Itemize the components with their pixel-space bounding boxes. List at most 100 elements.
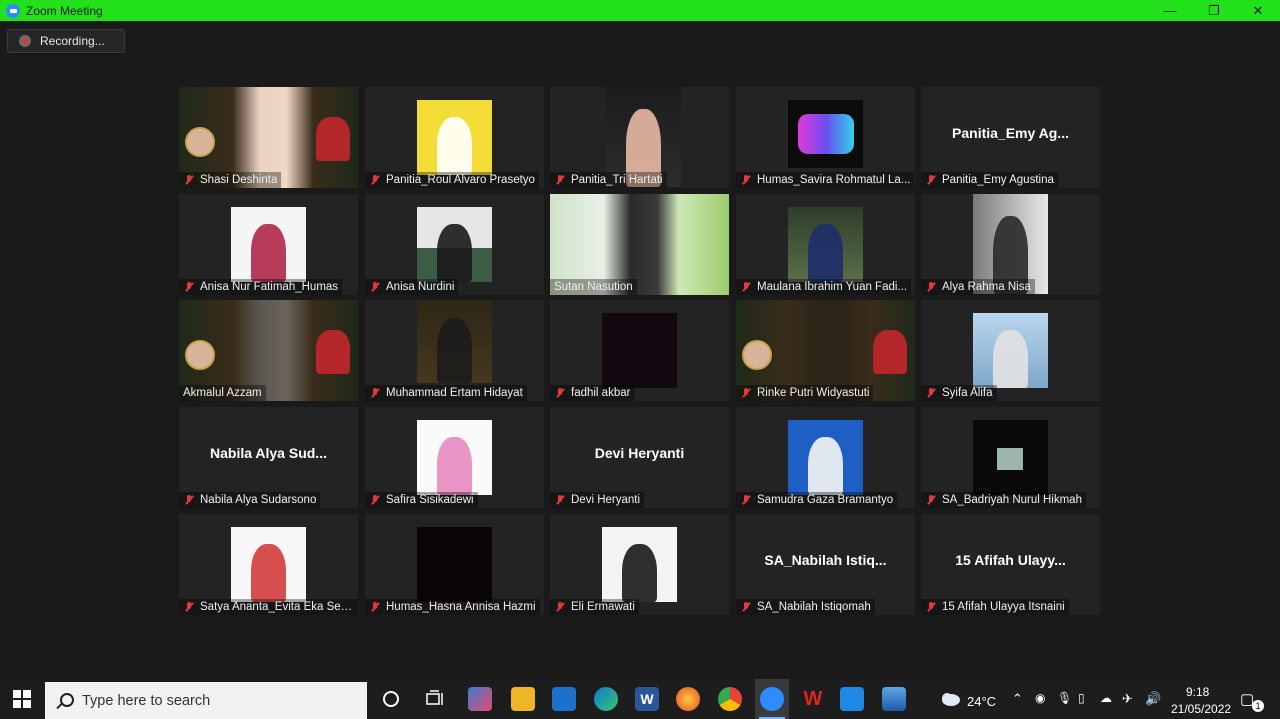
mail-icon[interactable]: [552, 687, 576, 711]
recording-indicator[interactable]: Recording...: [7, 29, 125, 53]
participant-name-label: Eli Ermawati: [550, 599, 639, 615]
participant-tile[interactable]: Safira Sisikadewi: [365, 407, 544, 508]
airplane-mode-icon[interactable]: ✈: [1122, 691, 1133, 707]
participant-name-label: Rinke Putri Widyastuti: [736, 385, 874, 401]
participant-tile[interactable]: Eli Ermawati: [550, 514, 729, 615]
participant-video: [417, 420, 492, 495]
participant-tile[interactable]: SA_Nabilah Istiq... SA_Nabilah Istiqomah: [736, 514, 915, 615]
participant-video: [231, 207, 306, 282]
muted-mic-icon: [369, 387, 381, 399]
person-silhouette: [808, 436, 843, 495]
participant-tile[interactable]: Muhammad Ertam Hidayat: [365, 300, 544, 401]
participant-tile[interactable]: Samudra Gaza Bramantyo: [736, 407, 915, 508]
taskbar-search-box[interactable]: Type here to search: [45, 682, 367, 719]
file-explorer-icon[interactable]: [511, 687, 535, 711]
participant-tile[interactable]: Sutan Nasution: [550, 194, 729, 295]
participant-name: Akmalul Azzam: [183, 387, 262, 399]
minimize-icon[interactable]: —: [1148, 0, 1192, 21]
restore-icon[interactable]: ❐: [1192, 0, 1236, 21]
chrome-icon[interactable]: [718, 687, 742, 711]
participant-tile[interactable]: Syifa Alifa: [921, 300, 1100, 401]
close-icon[interactable]: ✕: [1236, 0, 1280, 21]
df-logo-graphic: [797, 114, 854, 154]
participant-tile[interactable]: Alya Rahma Nisa: [921, 194, 1100, 295]
search-placeholder: Type here to search: [82, 692, 211, 709]
participant-tile[interactable]: Anisa Nurdini: [365, 194, 544, 295]
participant-tile[interactable]: Panitia_Roul Alvaro Prasetyo: [365, 87, 544, 188]
wps-office-icon[interactable]: W: [801, 687, 825, 711]
muted-mic-icon: [369, 281, 381, 293]
participant-name: Syifa Alifa: [942, 387, 993, 399]
zoom-taskbar-icon: [760, 687, 784, 711]
weather-temperature[interactable]: 24°C: [967, 694, 996, 709]
muted-mic-icon: [369, 601, 381, 613]
participant-name-label: 15 Afifah Ulayya Itsnaini: [921, 599, 1069, 615]
person-silhouette: [437, 223, 472, 282]
participant-name-label: Humas_Savira Rohmatul La...: [736, 172, 915, 188]
microphone-icon[interactable]: 🎙: [1057, 691, 1072, 705]
participant-name: Rinke Putri Widyastuti: [757, 387, 870, 399]
network-icon[interactable]: ☁: [1100, 691, 1112, 705]
meet-now-icon[interactable]: ◉: [1035, 691, 1045, 705]
task-view-icon[interactable]: [423, 687, 447, 711]
participant-tile[interactable]: SA_Badriyah Nurul Hikmah: [921, 407, 1100, 508]
participant-name: Eli Ermawati: [571, 601, 635, 613]
cortana-icon[interactable]: [380, 687, 404, 711]
participant-name-label: Muhammad Ertam Hidayat: [365, 385, 527, 401]
microsoft-store-icon[interactable]: [468, 687, 492, 711]
muted-mic-icon: [554, 601, 566, 613]
search-icon: [56, 692, 74, 709]
participant-tile[interactable]: fadhil akbar: [550, 300, 729, 401]
chevron-up-icon[interactable]: ⌃: [1012, 691, 1023, 707]
portrait-badge-graphic: [185, 340, 215, 370]
participant-tile[interactable]: Shasi Deshinta: [179, 87, 358, 188]
person-silhouette: [993, 329, 1028, 388]
clock-date[interactable]: 21/05/2022: [1171, 702, 1231, 716]
muted-mic-icon: [925, 494, 937, 506]
participant-name: Alya Rahma Nisa: [942, 281, 1031, 293]
weather-cloud-icon[interactable]: [939, 691, 961, 710]
participant-name-label: Maulana Ibrahim Yuan Fadi...: [736, 279, 912, 295]
participant-display-name: Devi Heryanti: [594, 445, 685, 461]
participant-tile[interactable]: Rinke Putri Widyastuti: [736, 300, 915, 401]
participant-name-label: SA_Badriyah Nurul Hikmah: [921, 492, 1086, 508]
firefox-icon[interactable]: [676, 687, 700, 711]
participant-tile[interactable]: Humas_Hasna Annisa Hazmi: [365, 514, 544, 615]
clock-time[interactable]: 9:18: [1186, 685, 1209, 699]
participant-tile[interactable]: Panitia_Tri Hartati: [550, 87, 729, 188]
word-icon[interactable]: W: [635, 687, 659, 711]
participant-name: Devi Heryanti: [571, 494, 641, 506]
battery-icon[interactable]: ▯: [1078, 691, 1085, 705]
edge-browser-icon[interactable]: [594, 687, 618, 711]
participant-name-label: Safira Sisikadewi: [365, 492, 478, 508]
participant-tile[interactable]: Panitia_Emy Ag... Panitia_Emy Agustina: [921, 87, 1100, 188]
participant-name-label: Anisa Nurdini: [365, 279, 459, 295]
participant-tile[interactable]: Anisa Nur Fatimah_Humas: [179, 194, 358, 295]
participant-tile[interactable]: Akmalul Azzam: [179, 300, 358, 401]
windows-start-icon[interactable]: [12, 689, 32, 709]
participant-name: Humas_Hasna Annisa Hazmi: [386, 601, 536, 613]
participant-tile[interactable]: 15 Afifah Ulayy... 15 Afifah Ulayya Itsna…: [921, 514, 1100, 615]
muted-mic-icon: [369, 174, 381, 186]
muted-mic-icon: [369, 494, 381, 506]
window-titlebar: Zoom Meeting — ❐ ✕: [0, 0, 1280, 21]
muted-mic-icon: [183, 281, 195, 293]
volume-icon[interactable]: 🔊: [1145, 691, 1161, 707]
muted-mic-icon: [554, 387, 566, 399]
media-player-icon[interactable]: [840, 687, 864, 711]
photos-icon[interactable]: [882, 687, 906, 711]
participant-name: fadhil akbar: [571, 387, 631, 399]
muted-mic-icon: [554, 174, 566, 186]
participant-display-name: Panitia_Emy Ag...: [952, 125, 1069, 141]
participant-tile[interactable]: Satya Ananta_Evita Eka Sep...: [179, 514, 358, 615]
participant-tile[interactable]: Maulana Ibrahim Yuan Fadi...: [736, 194, 915, 295]
zoom-taskbar-button[interactable]: [755, 679, 789, 719]
participant-tile[interactable]: Humas_Savira Rohmatul La...: [736, 87, 915, 188]
person-silhouette: [437, 116, 472, 175]
muted-mic-icon: [925, 387, 937, 399]
participant-tile[interactable]: Nabila Alya Sud... Nabila Alya Sudarsono: [179, 407, 358, 508]
participant-tile[interactable]: Devi Heryanti Devi Heryanti: [550, 407, 729, 508]
muted-mic-icon: [740, 387, 752, 399]
participant-name: 15 Afifah Ulayya Itsnaini: [942, 601, 1065, 613]
person-silhouette: [437, 436, 472, 495]
